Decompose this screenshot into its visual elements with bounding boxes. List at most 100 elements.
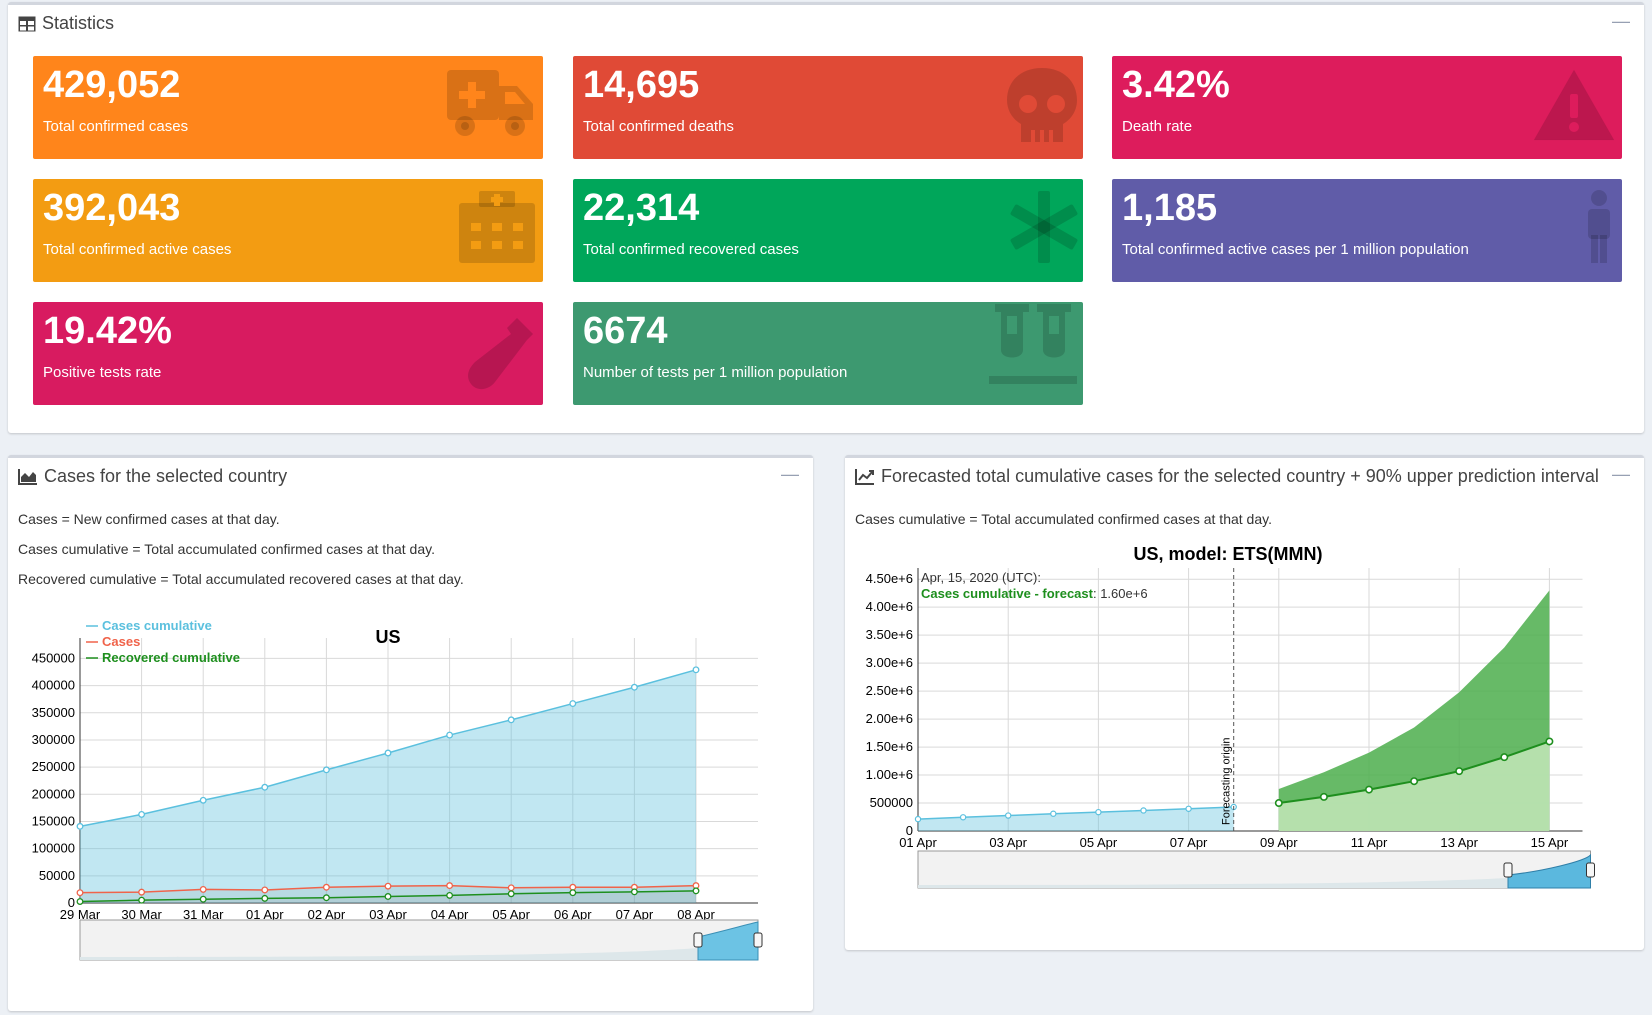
history-point <box>914 815 922 823</box>
forecast-collapse-button[interactable]: — <box>1612 464 1630 485</box>
y-tick-label: 50000 <box>39 868 75 883</box>
y-tick-label: 200000 <box>32 786 75 801</box>
area-chart-icon <box>18 468 37 485</box>
statistics-panel: Statistics — 429,052 Total confirmed cas… <box>8 2 1644 433</box>
tooltip-value: Cases cumulative - forecast: 1.60e+6 <box>921 586 1148 601</box>
y-tick-label: 100000 <box>32 841 75 856</box>
y-tick-label: 500000 <box>870 795 913 810</box>
hospital-icon <box>459 191 535 263</box>
data-point <box>507 884 515 892</box>
y-tick-label: 4.00e+6 <box>866 599 913 614</box>
y-tick-label: 1.00e+6 <box>866 767 913 782</box>
data-point <box>692 666 700 674</box>
y-tick-label: 4.50e+6 <box>866 571 913 586</box>
forecast-header: Forecasted total cumulative cases for th… <box>855 466 1599 487</box>
data-point <box>76 898 84 905</box>
stat-label: Positive tests rate <box>43 364 162 381</box>
data-point <box>507 716 515 724</box>
history-point <box>959 814 967 821</box>
stat-tile-tests-per-million: 6674 Number of tests per 1 million popul… <box>573 302 1083 405</box>
description-cases-cumulative: Cases cumulative = Total accumulated con… <box>855 511 1272 527</box>
forecast-panel: Forecasted total cumulative cases for th… <box>845 455 1644 950</box>
y-tick-label: 3.50e+6 <box>866 627 913 642</box>
statistics-title: Statistics <box>42 13 115 33</box>
ambulance-icon <box>447 70 533 136</box>
stat-tile-death-rate: 3.42% Death rate <box>1112 56 1622 159</box>
stat-value: 14,695 <box>583 64 700 106</box>
data-point <box>569 883 577 891</box>
range-selector-handle <box>753 932 763 948</box>
line-chart-icon <box>855 468 874 485</box>
data-point <box>138 896 146 904</box>
forecast-point <box>1545 737 1554 746</box>
range-selector-handle <box>1503 862 1513 878</box>
cases-collapse-button[interactable]: — <box>781 464 799 485</box>
forecast-point <box>1500 753 1509 762</box>
x-tick-label: 15 Apr <box>1531 835 1569 850</box>
x-tick-label: 11 Apr <box>1351 835 1388 850</box>
stat-label: Total confirmed recovered cases <box>583 241 799 258</box>
forecast-point <box>1319 792 1328 801</box>
stat-label: Number of tests per 1 million population <box>583 364 848 381</box>
description-recovered-cumulative: Recovered cumulative = Total accumulated… <box>18 571 464 587</box>
stat-label: Total confirmed active cases <box>43 241 232 258</box>
forecast-title: Forecasted total cumulative cases for th… <box>881 466 1599 486</box>
stat-label: Total confirmed cases <box>43 118 189 135</box>
stat-value: 6674 <box>583 310 668 352</box>
table-icon <box>18 16 36 31</box>
statistics-collapse-button[interactable]: — <box>1612 11 1630 32</box>
data-point <box>199 885 207 893</box>
forecast-origin-label: Forecasting origin <box>1221 738 1233 825</box>
data-point <box>261 783 269 791</box>
stat-tile-active-cases: 392,043 Total confirmed active cases <box>33 179 543 282</box>
y-tick-label: 2.00e+6 <box>866 711 913 726</box>
stat-label: Total confirmed active cases per 1 milli… <box>1122 241 1469 258</box>
description-cases: Cases = New confirmed cases at that day. <box>18 511 280 527</box>
data-point <box>322 894 330 902</box>
data-point <box>76 889 84 897</box>
y-tick-label: 1.50e+6 <box>866 739 913 754</box>
y-tick-label: 150000 <box>32 813 75 828</box>
stat-tile-recovered-cases: 22,314 Total confirmed recovered cases <box>573 179 1083 282</box>
forecast-point <box>1455 767 1464 776</box>
data-point <box>446 882 454 890</box>
description-cases-cumulative: Cases cumulative = Total accumulated con… <box>18 541 435 557</box>
test-tube-icon <box>468 318 533 390</box>
y-tick-label: 2.50e+6 <box>866 683 913 698</box>
statistics-header: Statistics <box>18 13 114 34</box>
stat-tile-total-deaths: 14,695 Total confirmed deaths <box>573 56 1083 159</box>
forecast-chart[interactable]: US, model: ETS(MMN)05000001.00e+61.50e+6… <box>845 538 1635 948</box>
stat-tile-total-cases: 429,052 Total confirmed cases <box>33 56 543 159</box>
data-point <box>138 810 146 818</box>
stat-value: 19.42% <box>43 310 172 352</box>
x-tick-label: 07 Apr <box>1170 835 1208 850</box>
x-tick-label: 05 Apr <box>1080 835 1118 850</box>
y-tick-label: 250000 <box>32 759 75 774</box>
data-point <box>322 883 330 891</box>
data-point <box>261 886 269 894</box>
skull-icon <box>1007 68 1077 142</box>
stat-value: 429,052 <box>43 64 181 106</box>
legend-label: Recovered cumulative <box>102 650 240 665</box>
y-tick-label: 400000 <box>32 678 75 693</box>
data-point <box>507 890 515 898</box>
x-tick-label: 09 Apr <box>1260 835 1298 850</box>
cases-chart[interactable]: US05000010000015000020000025000030000035… <box>8 598 808 1008</box>
history-point <box>1004 812 1012 819</box>
forecast-point <box>1274 799 1283 808</box>
y-tick-label: 350000 <box>32 705 75 720</box>
history-point <box>1095 808 1102 816</box>
data-point <box>630 888 638 896</box>
chart-title: US, model: ETS(MMN) <box>1134 544 1323 564</box>
range-selector-handle <box>693 932 703 948</box>
y-tick-label: 300000 <box>32 732 75 747</box>
history-point <box>1140 807 1147 814</box>
data-point <box>446 731 454 739</box>
stat-tile-positive-tests-rate: 19.42% Positive tests rate <box>33 302 543 405</box>
data-point <box>384 893 392 900</box>
data-point <box>569 889 577 897</box>
asterisk-icon <box>1010 191 1078 263</box>
cases-panel: Cases for the selected country — Cases =… <box>8 455 813 1011</box>
stat-value: 22,314 <box>583 187 700 229</box>
cases-title: Cases for the selected country <box>44 466 288 486</box>
